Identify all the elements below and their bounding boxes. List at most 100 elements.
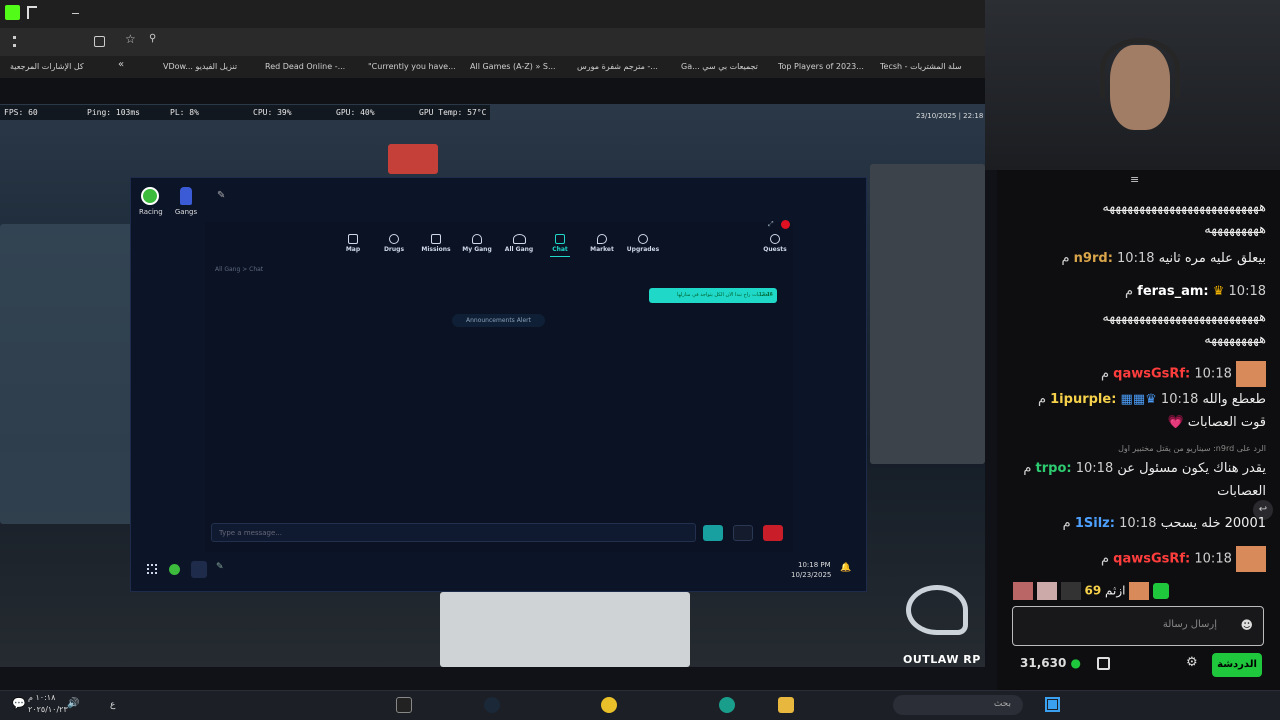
- app-icon-chrome[interactable]: [601, 697, 617, 713]
- pencil-icon[interactable]: ✎: [217, 190, 225, 201]
- username[interactable]: 1ipurple:: [1050, 392, 1116, 407]
- taskbar-date: ٢٠٢٥/١٠/٢٣: [28, 705, 68, 714]
- bookmark-6[interactable]: Ga... تجميعات بي سي: [681, 62, 758, 71]
- kick-logo-icon[interactable]: [5, 5, 20, 20]
- emote-icon[interactable]: [1013, 582, 1033, 600]
- chat-message: feras_am: ♛ 10:18 م: [1006, 284, 1266, 299]
- racing-icon: [141, 187, 159, 205]
- app-icon-explorer[interactable]: [778, 697, 794, 713]
- chat-message: بيعلق عليه مره ثانيه n9rd: 10:18 م: [1006, 251, 1266, 266]
- gangs-app[interactable]: Gangs: [174, 187, 198, 216]
- chat-line: قوت العصابات 💗: [1167, 415, 1266, 430]
- message-text: يقدر هناك يكون مسئول عن: [1117, 461, 1266, 476]
- bookmark-star-icon[interactable]: ☆: [125, 32, 136, 46]
- gangs-dock-icon[interactable]: [191, 561, 207, 578]
- racing-dock-icon[interactable]: [169, 564, 180, 575]
- user-icon: [472, 234, 482, 244]
- nav-chat[interactable]: Chat: [540, 234, 580, 253]
- bookmark-1[interactable]: VDow... تنزيل الفيديو: [163, 62, 237, 71]
- chat-message: qawsGsRf: 10:18 م: [1006, 546, 1266, 572]
- gpu-stat: GPU: 40%: [336, 108, 375, 117]
- taskbar-time: ١٠:١٨ م: [28, 693, 56, 702]
- windows-start-icon[interactable]: [1045, 697, 1060, 712]
- tab-icon[interactable]: [27, 6, 37, 19]
- announcement-pill: Announcements Alert: [452, 314, 545, 327]
- game-datetime: 23/10/2025 | 22:18: [916, 112, 984, 120]
- chat-message: qawsGsRf: 10:18 م: [1006, 361, 1266, 387]
- emote-icon[interactable]: [1060, 582, 1081, 600]
- nav-drugs[interactable]: Drugs: [374, 234, 414, 253]
- username[interactable]: qawsGsRf:: [1113, 367, 1190, 382]
- emote-num[interactable]: 69: [1084, 584, 1101, 598]
- floor-rug: [440, 592, 690, 667]
- username[interactable]: qawsGsRf:: [1113, 552, 1190, 567]
- username[interactable]: n9rd:: [1074, 251, 1113, 266]
- bookmark-2[interactable]: Red Dead Online -...: [265, 62, 345, 71]
- emote-text[interactable]: ازثم: [1105, 584, 1125, 598]
- notification-icon[interactable]: 💬: [12, 697, 26, 710]
- bookmark-5[interactable]: مترجم شفرة مورس -...: [577, 62, 658, 71]
- lock-button[interactable]: [733, 525, 753, 541]
- bubble-text: العصابات راح تبدا الان الكل يتواجد في من…: [677, 292, 771, 298]
- message-input[interactable]: Type a message...: [211, 523, 696, 542]
- close-icon[interactable]: [781, 220, 790, 229]
- shelf-left: [0, 224, 150, 524]
- nav-my-gang[interactable]: My Gang: [457, 234, 497, 253]
- zoom-icon[interactable]: ⚲: [149, 33, 156, 44]
- chat-message: يقدر هناك يكون مسئول عن trpo: 10:18 م: [1006, 461, 1266, 476]
- taskbar-search[interactable]: بحث: [893, 695, 1023, 715]
- gangs-icon: [180, 187, 192, 205]
- nav-upgrades[interactable]: Upgrades: [623, 234, 663, 253]
- bookmark-4[interactable]: All Games (A-Z) » S...: [470, 62, 556, 71]
- chat-bubble: العصابات راح تبدا الان الكل يتواجد في من…: [649, 288, 777, 303]
- performance-stats: FPS: 60 Ping: 103ms PL: 8% CPU: 39% GPU:…: [0, 105, 490, 120]
- app-icon-edge[interactable]: [719, 697, 735, 713]
- message-text: بيعلق عليه مره ثانيه: [1158, 251, 1266, 266]
- nav-chat-label: Chat: [552, 246, 568, 253]
- emoji-icon[interactable]: ☻: [1240, 618, 1253, 632]
- app-icon-epic[interactable]: [396, 697, 412, 713]
- bookmark-all[interactable]: كل الإشارات المرجعية: [10, 62, 84, 71]
- filter-icon[interactable]: ≡: [1130, 173, 1139, 186]
- bookmark-7[interactable]: Top Players of 2023...: [778, 62, 864, 71]
- username[interactable]: 1Silz:: [1075, 516, 1115, 531]
- nav-all-gang[interactable]: All Gang: [499, 234, 539, 253]
- wall-poster: [388, 144, 438, 174]
- app-icon-steam[interactable]: [484, 697, 500, 713]
- chevron-left-icon[interactable]: «: [118, 59, 124, 70]
- expand-icon[interactable]: ⤢: [768, 220, 774, 229]
- pencil-dock-icon[interactable]: ✎: [216, 562, 224, 572]
- nav-missions[interactable]: Missions: [416, 234, 456, 253]
- minimize-icon[interactable]: [72, 13, 79, 14]
- nav-market[interactable]: Market: [582, 234, 622, 253]
- windows-taskbar: [0, 690, 1280, 720]
- username[interactable]: feras_am:: [1137, 284, 1208, 299]
- settings-gear-icon[interactable]: ⚙: [1186, 655, 1198, 670]
- crown-badge-icon: ♛: [1212, 284, 1225, 299]
- chat-send-button[interactable]: الدردشة: [1212, 653, 1262, 677]
- nav-missions-label: Missions: [421, 246, 451, 253]
- quests-icon: [770, 234, 780, 244]
- announcement-label: Announcements Alert: [466, 317, 531, 324]
- bookmark-3[interactable]: "Currently you have...: [368, 62, 456, 71]
- volume-icon[interactable]: 🔊: [67, 698, 79, 709]
- bell-icon[interactable]: 🔔: [840, 563, 851, 573]
- menu-dots-icon[interactable]: [13, 36, 16, 47]
- nav-quests[interactable]: Quests: [755, 234, 795, 253]
- emote-icon[interactable]: [1036, 582, 1057, 600]
- delete-button[interactable]: [763, 525, 783, 541]
- bookmark-8[interactable]: Tecsh - سلة المشتريات: [880, 62, 962, 71]
- language-indicator[interactable]: ع: [110, 700, 115, 710]
- channel-points[interactable]: 31,630 ●: [1020, 656, 1081, 670]
- grid-icon[interactable]: [147, 564, 157, 574]
- reply-reference: الرد على n9rd: سيناريو من يقتل مختبير او…: [1118, 444, 1266, 453]
- nav-map[interactable]: Map: [333, 234, 373, 253]
- racing-app[interactable]: Racing: [139, 187, 163, 216]
- username[interactable]: trpo:: [1036, 461, 1072, 476]
- extensions-icon[interactable]: [94, 36, 105, 47]
- emote-icon[interactable]: [1153, 583, 1170, 599]
- gift-icon[interactable]: [1097, 657, 1110, 670]
- emote-icon[interactable]: [1129, 582, 1150, 600]
- chat-input[interactable]: إرسال رسالة ☻: [1012, 606, 1264, 646]
- send-button[interactable]: [703, 525, 723, 541]
